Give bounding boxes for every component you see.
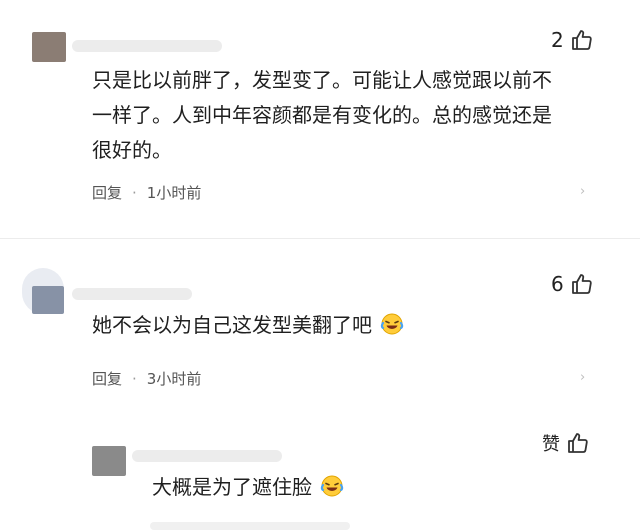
laughing-tears-emoji-icon	[320, 474, 344, 509]
like-label: 赞	[542, 434, 560, 455]
comment-meta: 回复 · 1小时前	[92, 182, 201, 203]
chevron-right-icon[interactable]: ›	[580, 184, 585, 199]
username-redacted	[72, 288, 192, 300]
like-control[interactable]: 2	[551, 28, 594, 52]
chevron-right-icon[interactable]: ›	[580, 370, 585, 385]
thumbs-up-icon[interactable]	[570, 272, 594, 296]
laughing-tears-emoji-icon	[380, 312, 404, 347]
comment-meta: 回复 · 3小时前	[92, 368, 201, 389]
comment-text-line: 很好的。	[92, 138, 172, 162]
comment-text: 只是比以前胖了，发型变了。可能让人感觉跟以前不 一样了。人到中年容颜都是有变化的…	[92, 63, 552, 168]
username-redacted	[132, 450, 282, 462]
thumbs-up-icon[interactable]	[566, 431, 590, 455]
username-redacted	[72, 40, 222, 52]
like-count: 6	[551, 272, 564, 296]
timestamp: 1小时前	[146, 184, 202, 202]
comment-text: 她不会以为自己这发型美翻了吧	[92, 308, 404, 347]
comment-text: 大概是为了遮住脸	[152, 470, 344, 509]
reply-button[interactable]: 回复	[92, 182, 122, 203]
meta-separator: ·	[132, 183, 137, 202]
timestamp: 3小时前	[146, 370, 202, 388]
comment-text-line: 只是比以前胖了，发型变了。可能让人感觉跟以前不	[92, 68, 552, 92]
thumbs-up-icon[interactable]	[570, 28, 594, 52]
divider	[0, 238, 640, 239]
like-control[interactable]: 赞	[542, 430, 590, 456]
like-control[interactable]: 6	[551, 272, 594, 296]
like-count: 2	[551, 28, 564, 52]
next-item-redacted	[150, 522, 350, 530]
avatar[interactable]	[92, 446, 126, 476]
avatar[interactable]	[32, 32, 66, 62]
comment-text-line: 一样了。人到中年容颜都是有变化的。总的感觉还是	[92, 103, 552, 127]
meta-separator: ·	[132, 369, 137, 388]
avatar-image	[32, 286, 64, 314]
comment-text-body: 大概是为了遮住脸	[152, 475, 312, 499]
comment-text-body: 她不会以为自己这发型美翻了吧	[92, 313, 372, 337]
reply-button[interactable]: 回复	[92, 368, 122, 389]
